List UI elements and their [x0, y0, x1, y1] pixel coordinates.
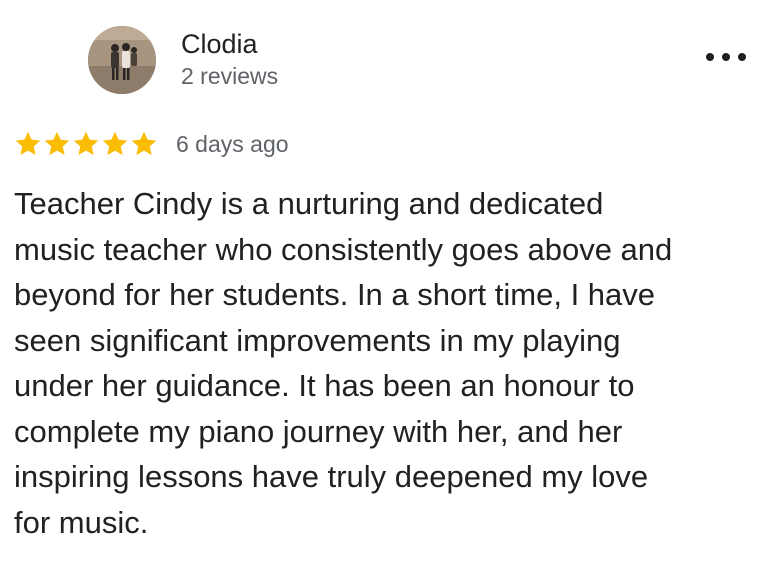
more-options-icon	[706, 53, 714, 61]
reviewer-name[interactable]: Clodia	[181, 28, 258, 60]
star-icon	[15, 131, 41, 155]
more-options-icon	[722, 53, 730, 61]
more-options-button[interactable]	[706, 44, 746, 70]
rating-row: 6 days ago	[14, 127, 289, 161]
star-icon	[73, 131, 99, 155]
star-rating	[14, 130, 158, 158]
star-icon	[102, 131, 128, 155]
reviewer-avatar[interactable]	[88, 26, 156, 94]
profile-photo-icon	[88, 26, 156, 94]
review-count[interactable]: 2 reviews	[181, 62, 278, 90]
more-options-icon	[738, 53, 746, 61]
review-card: Clodia 2 reviews 6 days ago Teacher Cind…	[0, 0, 768, 576]
review-text: Teacher Cindy is a nurturing and dedicat…	[14, 186, 673, 540]
star-icon	[44, 131, 70, 155]
review-date: 6 days ago	[176, 131, 289, 157]
star-icon	[131, 131, 157, 155]
